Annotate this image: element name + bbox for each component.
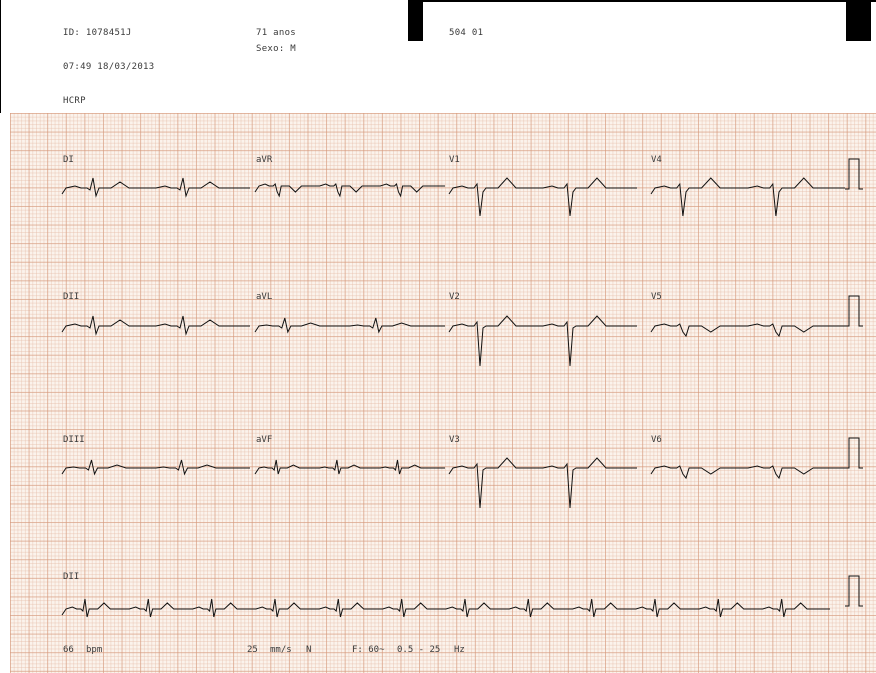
trace-dii xyxy=(61,315,250,336)
trace-v3 xyxy=(448,457,637,509)
trace-v5 xyxy=(650,323,845,338)
heart-rate: 66 xyxy=(63,645,74,655)
paper-speed-unit: mm/s xyxy=(270,645,292,655)
bandpass-unit: Hz xyxy=(454,645,465,655)
ecg-traces xyxy=(61,158,863,618)
trace-avf xyxy=(254,459,445,475)
trace-v4 xyxy=(650,177,845,217)
mains-filter: F: 60~ xyxy=(352,645,385,655)
calibration-row1 xyxy=(845,158,863,190)
trace-v6 xyxy=(650,465,845,480)
calibration-row2 xyxy=(845,295,863,327)
calibration-row3 xyxy=(845,437,863,469)
trace-v1 xyxy=(448,177,637,217)
trace-rhythm-dii xyxy=(61,598,830,618)
paper-speed: 25 xyxy=(247,645,258,655)
bandpass: 0.5 - 25 xyxy=(397,645,441,655)
gain-mode: N xyxy=(306,645,312,655)
trace-di xyxy=(61,177,250,198)
trace-diii xyxy=(61,459,250,476)
trace-avr xyxy=(254,183,445,198)
heart-rate-unit: bpm xyxy=(86,645,103,655)
calibration-rhythm xyxy=(845,575,863,607)
trace-avl xyxy=(254,317,445,334)
trace-v2 xyxy=(448,315,637,367)
